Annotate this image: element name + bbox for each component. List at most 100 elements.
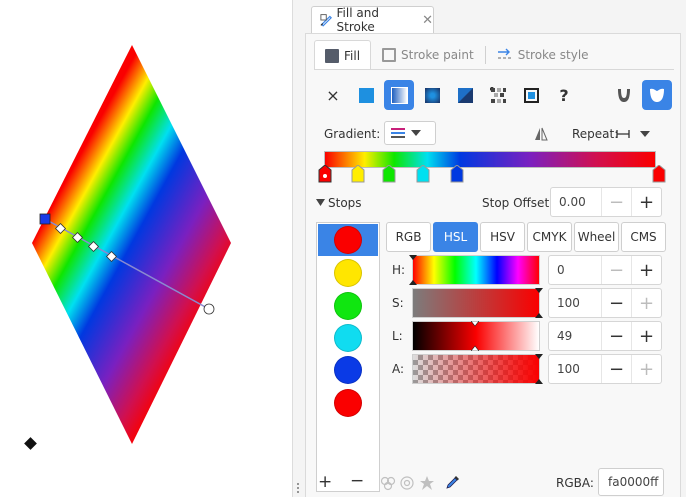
hue-spinner[interactable]: 0 − + [548,255,662,285]
alpha-slider[interactable] [412,354,543,384]
linear-gradient-icon [390,86,408,104]
increment-button[interactable]: + [631,256,661,284]
chevron-down-icon [640,131,650,137]
lightness-slider[interactable] [412,321,540,351]
alpha-value[interactable]: 100 [557,362,580,376]
mode-rgb-button[interactable]: RGB [386,222,431,252]
canvas-drawing[interactable] [0,0,292,497]
slider-handle[interactable] [409,255,417,285]
decrement-button[interactable]: − [601,322,631,350]
unset-paint-button[interactable]: ? [549,80,579,110]
stop-list-item[interactable] [318,387,378,419]
add-stop-button[interactable]: + [318,472,332,492]
lightness-label: L: [392,329,403,343]
stop-marker[interactable] [351,165,365,183]
stop-list-item[interactable] [318,322,378,354]
out-of-gamut-icon [400,476,414,490]
lightness-spinner[interactable]: 49 − + [548,321,662,351]
gradient-start-handle [39,213,51,225]
fill-rule-nonzero-icon [650,88,664,102]
saturation-spinner[interactable]: 100 − + [548,288,662,318]
stop-swatch [334,356,362,384]
gradient-stop-markers[interactable] [316,165,676,187]
increment-button[interactable]: + [631,289,661,317]
saturation-label: S: [392,296,404,310]
linear-gradient-button[interactable] [384,80,414,110]
repeat-selector[interactable] [616,124,666,144]
slider-handle[interactable] [535,354,543,384]
fill-rule-evenodd-icon [618,89,630,102]
stop-list-item[interactable] [318,224,378,256]
stop-marker[interactable] [318,165,332,183]
transform-handle [24,437,37,450]
fill-rule-evenodd-button[interactable] [609,80,639,110]
hue-slider[interactable] [409,255,540,285]
mode-wheel-button[interactable]: Wheel [574,222,619,252]
stop-swatch [334,259,362,287]
tab-stroke-style[interactable]: Stroke style [486,40,600,70]
color-picker-icon[interactable] [445,474,461,490]
mode-cms-button[interactable]: CMS [621,222,666,252]
mode-hsv-button[interactable]: HSV [480,222,525,252]
flat-color-button[interactable] [351,80,381,110]
alpha-spinner[interactable]: 100 − + [548,354,662,384]
mesh-gradient-icon [457,87,473,103]
pattern-button[interactable] [483,80,513,110]
no-paint-button[interactable]: × [318,80,348,110]
decrement-button[interactable]: − [601,188,631,216]
radial-gradient-button[interactable] [417,80,447,110]
stroke-square-icon [382,48,397,62]
stop-list[interactable] [316,222,380,492]
swatch-icon [523,87,539,103]
saturation-slider[interactable] [412,288,543,318]
gradient-selector[interactable] [384,121,436,145]
stop-marker[interactable] [382,165,396,183]
stop-marker[interactable] [450,165,464,183]
fill-rule-nonzero-button[interactable] [642,80,672,110]
stop-list-item[interactable] [318,354,378,386]
increment-button[interactable]: + [631,188,661,216]
pattern-icon [489,86,506,103]
flat-color-icon [358,87,374,103]
slider-handle[interactable] [471,321,479,351]
stop-offset-value[interactable]: 0.00 [559,195,586,209]
tab-stroke-paint[interactable]: Stroke paint [371,40,485,70]
hue-value[interactable]: 0 [557,263,565,277]
increment-button[interactable]: + [631,355,661,383]
mesh-gradient-button[interactable] [450,80,480,110]
decrement-button[interactable]: − [601,256,631,284]
decrement-button[interactable]: − [601,355,631,383]
stop-list-item[interactable] [318,257,378,289]
remove-stop-button[interactable]: − [350,471,364,491]
fill-stroke-panel: Fill and Stroke ✕ Fill Stroke paint Stro… [292,0,686,497]
dialog-tab-title: Fill and Stroke [336,6,379,34]
dialog-tab[interactable]: Fill and Stroke ✕ [311,6,434,34]
tab-fill[interactable]: Fill [314,40,372,70]
gradient-label: Gradient: [324,127,381,141]
expander-icon[interactable] [316,199,325,206]
radial-gradient-icon [424,87,440,103]
stop-list-item[interactable] [318,290,378,322]
saturation-value[interactable]: 100 [557,296,580,310]
stop-offset-spinner[interactable]: 0.00 − + [550,187,662,217]
gradient-end-handle [203,303,215,315]
mode-cmyk-button[interactable]: CMYK [527,222,572,252]
lightness-value[interactable]: 49 [557,329,572,343]
tabs-divider [314,69,674,70]
stop-marker[interactable] [416,165,430,183]
tab-stroke-paint-label: Stroke paint [401,48,474,62]
canvas[interactable] [0,0,292,497]
repeat-label: Repeat: [572,127,619,141]
swatch-button[interactable] [516,80,546,110]
close-icon[interactable]: ✕ [422,13,433,28]
mode-hsl-button[interactable]: HSL [433,222,478,252]
stop-marker[interactable] [652,165,666,183]
increment-button[interactable]: + [631,322,661,350]
decrement-button[interactable]: − [601,289,631,317]
dock-grip[interactable] [296,483,300,497]
no-paint-icon: × [326,85,340,105]
reverse-gradient-icon[interactable] [534,127,548,141]
rgba-input[interactable]: fa0000ff [598,468,664,496]
slider-handle[interactable] [535,288,543,318]
fill-stroke-tabs: Fill Stroke paint Stroke style [314,40,600,70]
